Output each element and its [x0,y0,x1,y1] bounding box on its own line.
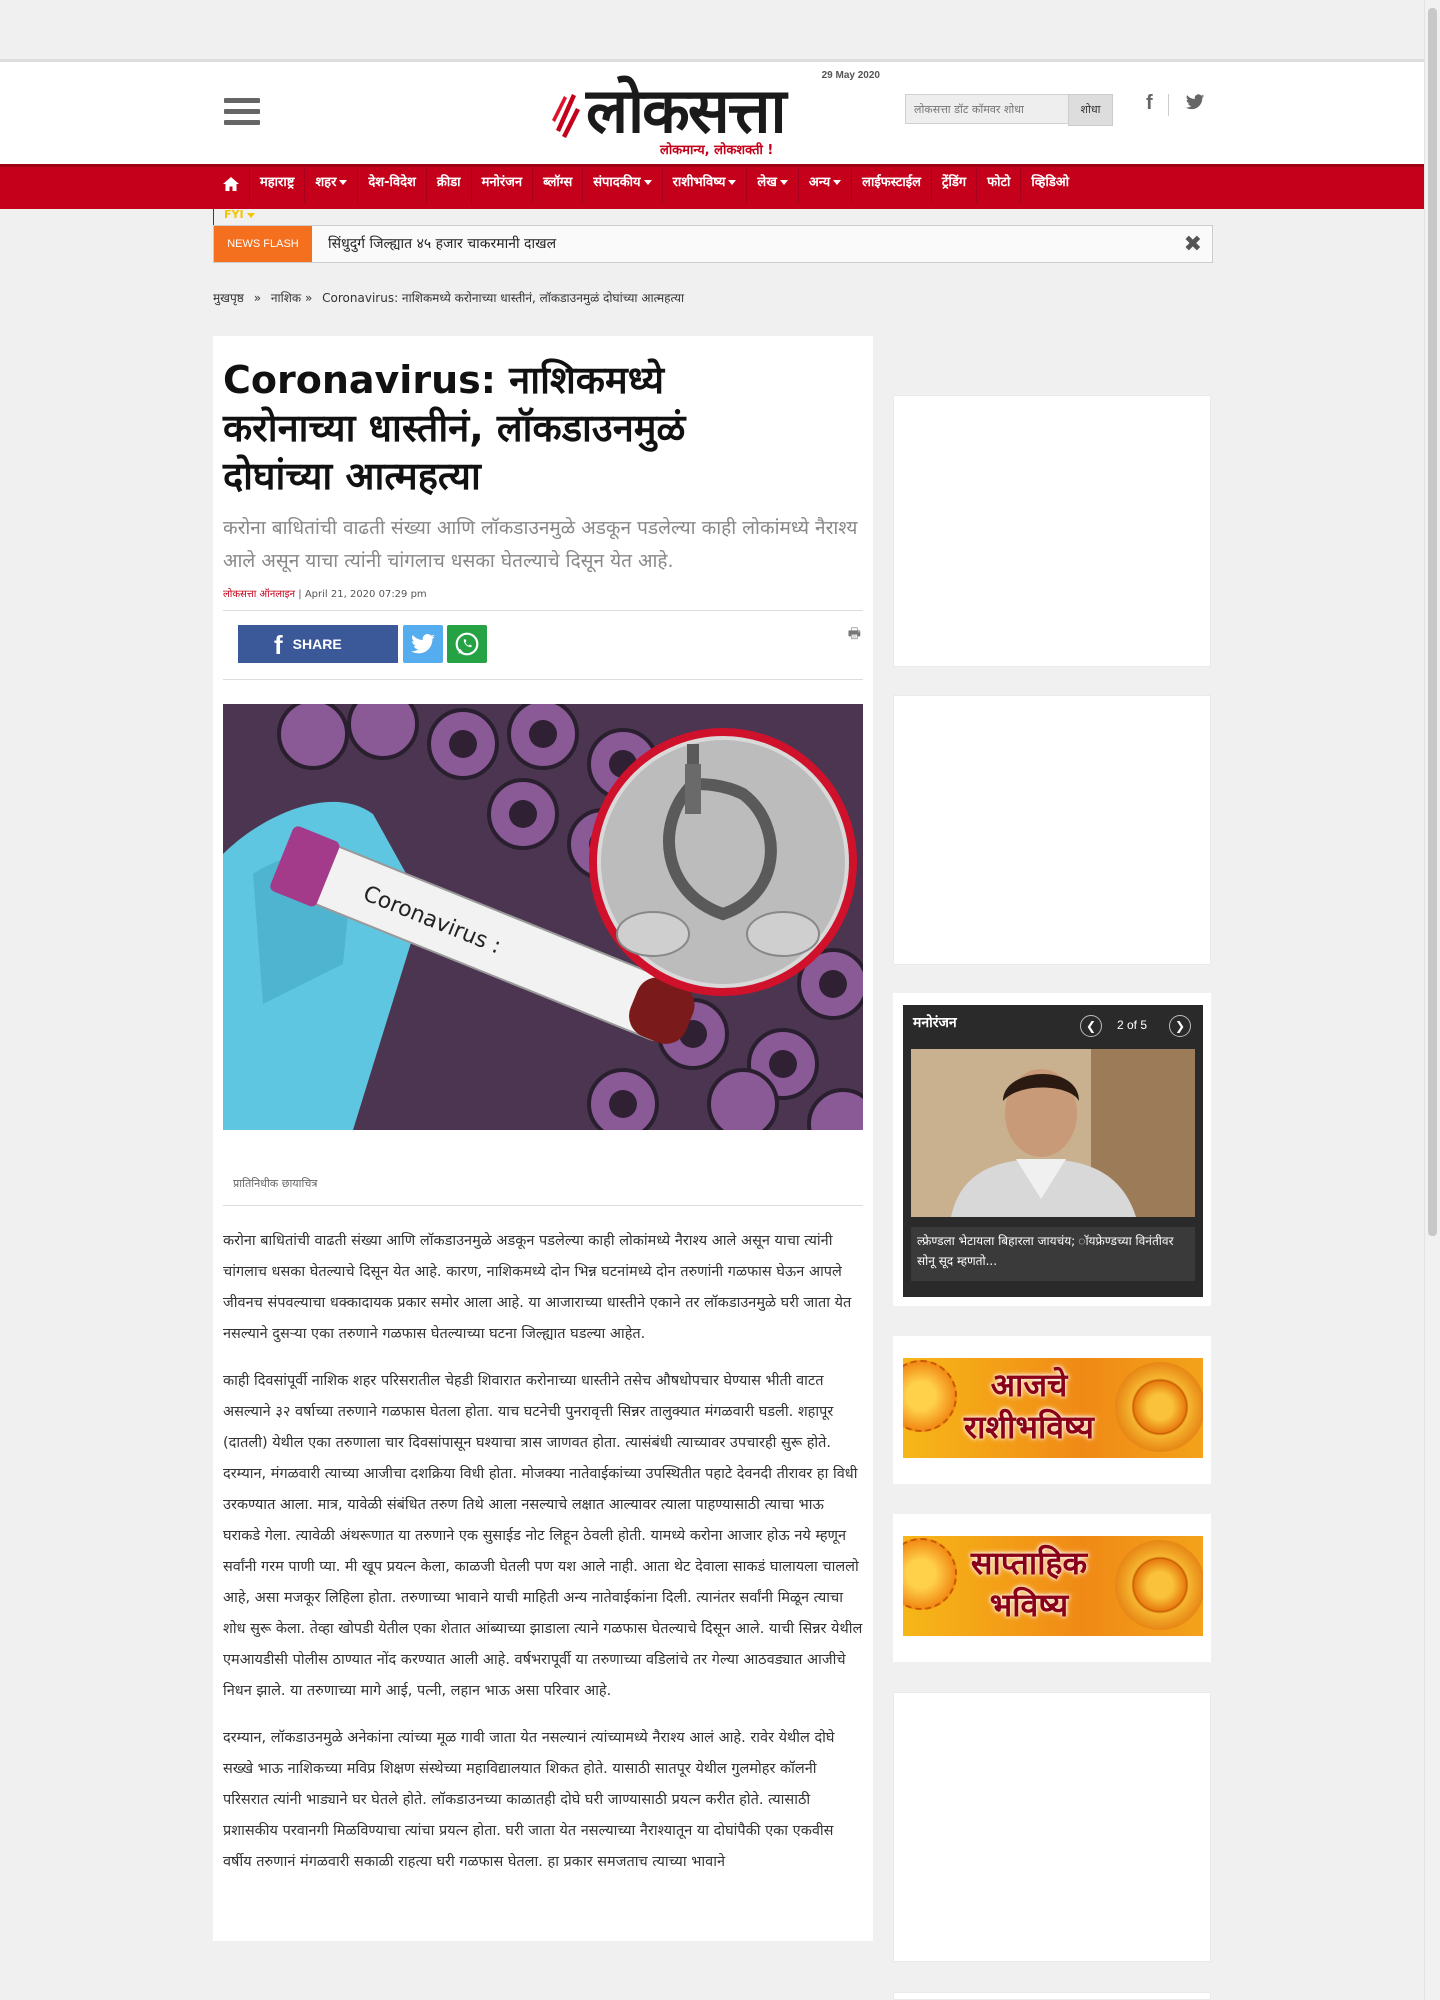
close-icon[interactable]: ✖ [1184,232,1202,257]
flame-icon [552,94,580,138]
article-title: Coronavirus: नाशिकमध्ये करोनाच्या धास्ती… [223,358,686,498]
twitter-icon[interactable] [1183,92,1207,112]
nav-home[interactable] [213,167,250,203]
news-flash-headline[interactable]: सिंधुदुर्ग जिल्ह्यात ४५ हजार चाकरमानी दा… [328,234,556,253]
breadcrumb: मुखपृष्ठ » नाशिक » Coronavirus: नाशिकमध्… [213,289,690,306]
nav-item-desh-videsh[interactable]: देश-विदेश [358,167,427,203]
nav-item-sports[interactable]: क्रीडा [427,167,472,203]
home-icon [223,176,239,191]
print-icon[interactable]: 🖶 [848,623,861,647]
article: Coronavirus: नाशिकमध्ये करोनाच्या धास्ती… [213,336,873,1941]
nav-item-articles[interactable]: लेख [747,167,799,203]
ad-slot [893,1992,1211,2000]
chevron-right-icon[interactable]: ❯ [1169,1015,1191,1037]
main-nav: महाराष्ट्र शहर देश-विदेश क्रीडा मनोरंजन … [0,164,1425,209]
article-paragraph: करोना बाधितांची वाढती संख्या आणि लॉकडाउन… [223,1233,852,1342]
search-button[interactable]: शोधा [1068,94,1113,126]
header-date: 29 May 2020 [821,70,880,81]
slider-box: मनोरंजन ❮ 2 of 5 ❯ ल्फ्रेण्डला भेटायला ब… [903,1005,1203,1297]
whatsapp-icon [455,632,479,656]
ad-slot [893,1692,1211,1962]
nav-item-entertainment[interactable]: मनोरंजन [472,167,534,203]
logo-tagline: लोकमान्य, लोकशक्ती ! [660,143,774,158]
daily-horoscope-label: आजचे राशीभविष्य [964,1366,1094,1446]
zodiac-wheel-icon [1115,1362,1203,1452]
twitter-share-button[interactable] [403,625,443,663]
weekly-horoscope-label: साप्ताहिक भविष्य [970,1544,1088,1624]
facebook-share-button[interactable]: f SHARE [238,625,398,663]
coronavirus-illustration: Coronavirus : [223,704,863,1130]
article-hero-image: Coronavirus : [223,704,863,1130]
nav-item-lifestyle[interactable]: लाईफस्टाईल [852,167,932,203]
slider-image[interactable] [911,1049,1195,1217]
facebook-icon: f [274,630,283,661]
slider-title[interactable]: मनोरंजन [913,1013,957,1032]
daily-horoscope-widget: आजचे राशीभविष्य [893,1336,1211,1484]
author-link[interactable]: लोकसत्ता ऑनलाइन [223,589,295,600]
portrait-illustration [911,1049,1195,1217]
ad-slot [893,395,1211,667]
nav-item-video[interactable]: व्हिडिओ [1021,167,1079,203]
breadcrumb-separator: » [253,291,262,305]
nav-item-horoscope[interactable]: राशीभविष्य [663,167,748,203]
entertainment-slider: मनोरंजन ❮ 2 of 5 ❯ ल्फ्रेण्डला भेटायला ब… [893,993,1211,1306]
breadcrumb-home[interactable]: मुखपृष्ठ [213,291,244,305]
scrollbar-thumb[interactable] [1428,8,1437,1236]
article-paragraph: दरम्यान, लॉकडाउनमुळे अनेकांना त्यांच्या … [223,1730,835,1870]
caret-down-icon [728,180,737,185]
caret-down-icon [779,180,788,185]
article-paragraph: काही दिवसांपूर्वी नाशिक शहर परिसरातील चे… [223,1373,863,1699]
zodiac-wheel-icon [1115,1540,1203,1630]
weekly-horoscope-banner[interactable]: साप्ताहिक भविष्य [903,1536,1203,1636]
divider [1168,94,1169,116]
menu-icon[interactable] [224,98,260,126]
breadcrumb-current: Coronavirus: नाशिकमध्ये करोनाच्या धास्ती… [322,291,685,305]
breadcrumb-section[interactable]: नाशिक [271,291,301,305]
nav-item-other[interactable]: अन्य [799,167,853,203]
browser-top-strip [0,0,1440,59]
site-logo[interactable]: 29 May 2020 लोकसत्ता लोकमान्य, लोकशक्ती … [550,68,880,158]
news-flash-bar: NEWS FLASH सिंधुदुर्ग जिल्ह्यात ४५ हजार … [213,225,1213,263]
weekly-horoscope-widget: साप्ताहिक भविष्य [893,1514,1211,1662]
nav-item-city[interactable]: शहर [305,167,359,203]
slider-caption[interactable]: ल्फ्रेण्डला भेटायला बिहारला जायचंय; ॉयफ्… [911,1227,1195,1281]
whatsapp-share-button[interactable] [447,625,487,663]
image-caption: प्रातिनिधीक छायाचित्र [223,1176,863,1206]
caret-down-icon [643,180,652,185]
news-flash-tag: NEWS FLASH [214,226,312,262]
masthead: 29 May 2020 लोकसत्ता लोकमान्य, लोकशक्ती … [0,59,1425,164]
ad-slot [893,695,1211,965]
slider-counter: 2 of 5 [1117,1018,1148,1032]
article-summary: करोना बाधितांची वाढती संख्या आणि लॉकडाउन… [223,517,858,572]
nav-item-editorial[interactable]: संपादकीय [583,167,663,203]
article-body: करोना बाधितांची वाढती संख्या आणि लॉकडाउन… [223,1226,863,1878]
nav-item-maharashtra[interactable]: महाराष्ट्र [250,167,306,203]
daily-horoscope-banner[interactable]: आजचे राशीभविष्य [903,1358,1203,1458]
nav-item-trending[interactable]: ट्रेंडिंग [932,167,978,203]
caret-down-icon [246,212,255,218]
share-bar: f SHARE 🖶 [223,610,863,680]
scrollbar[interactable] [1424,0,1440,2000]
facebook-icon[interactable]: f [1146,92,1153,115]
logo-text: लोकसत्ता [586,74,787,147]
caret-down-icon [339,180,348,185]
nav-item-photo[interactable]: फोटो [977,167,1022,203]
byline: लोकसत्ता ऑनलाइन | April 21, 2020 07:29 p… [223,586,863,600]
publish-date: | April 21, 2020 07:29 pm [298,589,427,600]
breadcrumb-separator: » [304,291,313,305]
chevron-left-icon[interactable]: ❮ [1080,1015,1102,1037]
caret-down-icon [833,180,842,185]
twitter-icon [411,634,435,654]
nav-item-blogs[interactable]: ब्लॉग्स [533,167,584,203]
